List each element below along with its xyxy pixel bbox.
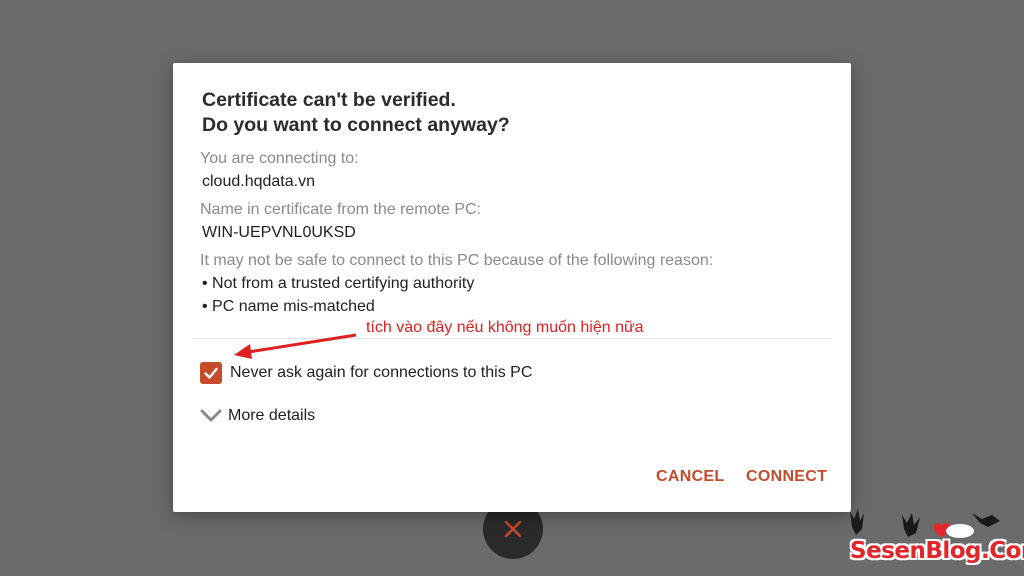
dialog-title-line1: Certificate can't be verified. bbox=[202, 89, 456, 111]
connecting-to-label: You are connecting to: bbox=[200, 150, 359, 167]
chevron-down-icon bbox=[200, 409, 222, 422]
never-ask-label[interactable]: Never ask again for connections to this … bbox=[230, 363, 532, 383]
never-ask-checkbox[interactable] bbox=[200, 362, 222, 384]
checkmark-icon bbox=[204, 367, 218, 379]
cancel-button[interactable]: CANCEL bbox=[656, 468, 724, 486]
certificate-dialog: Certificate can't be verified. Do you wa… bbox=[173, 63, 851, 512]
reason-item: • Not from a trusted certifying authorit… bbox=[202, 275, 475, 292]
annotation-text: tích vào đây nếu không muốn hiện nữa bbox=[366, 319, 644, 336]
connecting-to-value: cloud.hqdata.vn bbox=[202, 173, 315, 190]
watermark-logo: SesenBlog.Com bbox=[850, 538, 1024, 564]
more-details-toggle[interactable]: More details bbox=[200, 406, 315, 426]
cert-name-label: Name in certificate from the remote PC: bbox=[200, 201, 481, 218]
cert-name-value: WIN-UEPVNL0UKSD bbox=[202, 224, 356, 241]
more-details-label: More details bbox=[228, 407, 316, 424]
dialog-title-line2: Do you want to connect anyway? bbox=[202, 114, 510, 136]
reason-label: It may not be safe to connect to this PC… bbox=[200, 252, 714, 269]
annotation-arrow bbox=[234, 333, 357, 359]
connect-button[interactable]: CONNECT bbox=[746, 468, 827, 486]
close-icon bbox=[504, 520, 522, 538]
reason-item: • PC name mis-matched bbox=[202, 298, 375, 315]
dialog-title: Certificate can't be verified. Do you wa… bbox=[202, 88, 510, 138]
